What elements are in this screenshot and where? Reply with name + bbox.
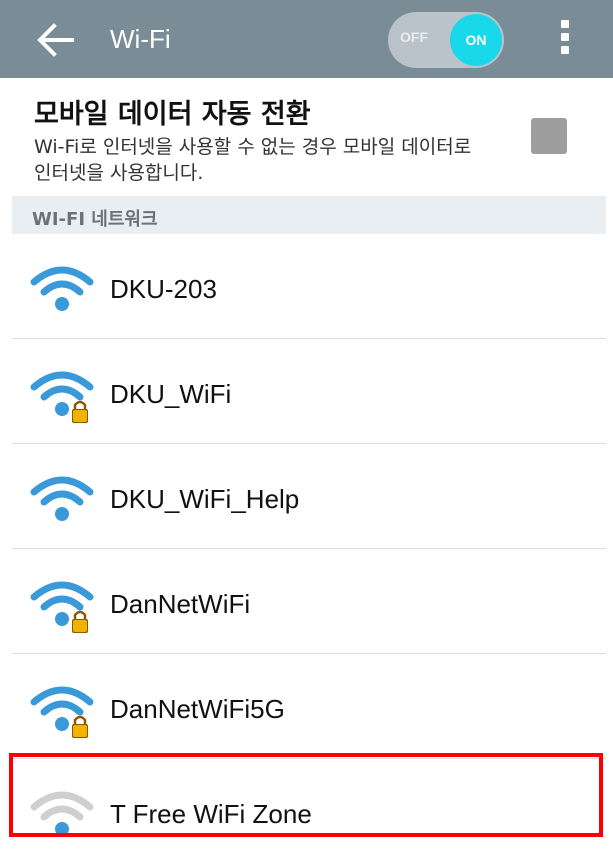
network-row[interactable]: DanNetWiFi5G bbox=[12, 654, 606, 759]
network-name: DKU-203 bbox=[110, 274, 217, 304]
toggle-off-label: OFF bbox=[400, 29, 428, 45]
mobile-data-checkbox[interactable] bbox=[531, 118, 567, 154]
network-row[interactable]: DKU_WiFi bbox=[12, 339, 606, 444]
wifi-lock-icon bbox=[30, 686, 94, 738]
wifi-lock-icon bbox=[30, 581, 94, 633]
page-title: Wi-Fi bbox=[110, 24, 171, 54]
network-name: DKU_WiFi_Help bbox=[110, 484, 300, 514]
more-vert-icon[interactable] bbox=[557, 20, 573, 60]
wifi-lock-icon bbox=[30, 371, 94, 423]
back-arrow-icon[interactable] bbox=[36, 22, 76, 58]
network-row[interactable]: DKU_WiFi_Help bbox=[12, 444, 606, 549]
toggle-on-knob[interactable]: ON bbox=[450, 14, 502, 66]
wifi-networks-section-header: WI-FI 네트워크 bbox=[12, 196, 606, 234]
section-title: WI-FI 네트워크 bbox=[32, 209, 158, 230]
mobile-data-description: Wi-Fi로 인터넷을 사용할 수 없는 경우 모바일 데이터로 인터넷을 사용… bbox=[34, 136, 472, 184]
highlight-box bbox=[9, 753, 603, 837]
network-name: DanNetWiFi bbox=[110, 589, 251, 619]
network-row[interactable]: DanNetWiFi bbox=[12, 549, 606, 654]
wifi-icon bbox=[30, 476, 94, 521]
app-bar: Wi-Fi OFF ON bbox=[0, 0, 613, 78]
mobile-data-title: 모바일 데이터 자동 전환 bbox=[34, 99, 311, 130]
network-row[interactable]: DKU-203 bbox=[12, 234, 606, 339]
wifi-toggle[interactable]: OFF ON bbox=[388, 12, 504, 68]
mobile-data-auto-switch[interactable]: 모바일 데이터 자동 전환 Wi-Fi로 인터넷을 사용할 수 없는 경우 모바… bbox=[0, 78, 613, 194]
wifi-icon bbox=[30, 266, 94, 311]
network-name: DanNetWiFi5G bbox=[110, 694, 285, 724]
network-name: DKU_WiFi bbox=[110, 379, 232, 409]
